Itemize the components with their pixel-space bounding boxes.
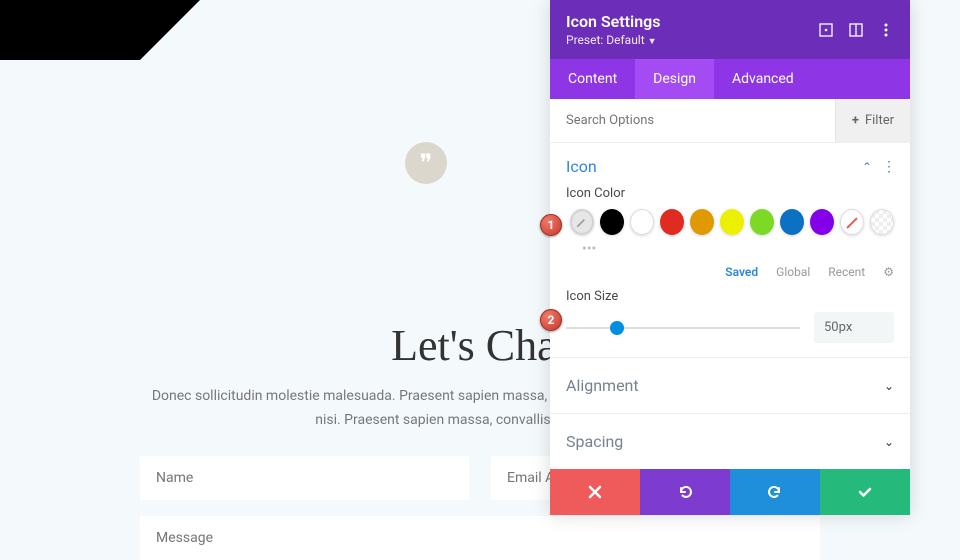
slider-thumb[interactable]	[610, 321, 624, 335]
color-tab-recent[interactable]: Recent	[828, 265, 865, 279]
color-swatches	[566, 209, 894, 235]
name-field[interactable]	[140, 456, 469, 500]
chevron-down-icon: ⌄	[884, 435, 894, 449]
annotation-1: 1	[540, 214, 562, 236]
preset-selector[interactable]: Preset: Default ▼	[566, 33, 660, 47]
swatch-transparent[interactable]	[870, 209, 894, 235]
swatch-red[interactable]	[660, 209, 684, 235]
color-category-tabs: Saved Global Recent ⚙	[566, 265, 894, 279]
message-field[interactable]	[140, 516, 820, 560]
swatch-yellow[interactable]	[720, 209, 744, 235]
tab-design[interactable]: Design	[635, 59, 714, 99]
swatch-green[interactable]	[750, 209, 774, 235]
swatch-blue[interactable]	[780, 209, 804, 235]
palette-more-icon[interactable]: •••	[582, 241, 894, 257]
annotation-2: 2	[540, 309, 562, 331]
swatch-purple[interactable]	[810, 209, 834, 235]
swatch-white[interactable]	[630, 209, 654, 235]
section-alignment[interactable]: Alignment ⌄	[550, 357, 910, 413]
undo-button[interactable]	[640, 469, 730, 515]
icon-size-label: Icon Size	[566, 289, 894, 304]
search-row: +Filter	[550, 99, 910, 143]
icon-size-input[interactable]	[814, 312, 894, 343]
section-icon-header[interactable]: Icon ⌃⋮	[566, 157, 894, 176]
redo-button[interactable]	[730, 469, 820, 515]
cancel-button[interactable]	[550, 469, 640, 515]
search-input[interactable]	[550, 99, 835, 142]
expand-icon[interactable]	[818, 22, 834, 38]
color-tab-global[interactable]: Global	[776, 265, 810, 279]
filter-button[interactable]: +Filter	[835, 99, 910, 142]
icon-color-label: Icon Color	[566, 186, 894, 201]
panel-title: Icon Settings	[566, 12, 660, 31]
icon-size-slider[interactable]	[566, 318, 800, 338]
section-more-icon[interactable]: ⋮	[882, 159, 894, 175]
panel-footer	[550, 469, 910, 515]
save-button[interactable]	[820, 469, 910, 515]
tab-content[interactable]: Content	[550, 59, 635, 99]
color-tab-saved[interactable]: Saved	[725, 265, 758, 279]
quote-icon: ❞	[405, 142, 447, 184]
snap-icon[interactable]	[848, 22, 864, 38]
section-spacing[interactable]: Spacing ⌄	[550, 413, 910, 469]
swatch-orange[interactable]	[690, 209, 714, 235]
page-corner-shape	[0, 0, 200, 60]
settings-panel: Icon Settings Preset: Default ▼ Content …	[550, 0, 910, 515]
gear-icon[interactable]: ⚙	[883, 265, 894, 279]
panel-header: Icon Settings Preset: Default ▼	[550, 0, 910, 59]
tab-advanced[interactable]: Advanced	[714, 59, 812, 99]
swatch-black[interactable]	[600, 209, 624, 235]
icon-size-row	[566, 312, 894, 343]
swatch-none[interactable]	[840, 209, 864, 235]
more-icon[interactable]	[878, 22, 894, 38]
color-picker-swatch[interactable]	[570, 209, 594, 235]
chevron-up-icon: ⌃	[862, 160, 872, 174]
settings-tabs: Content Design Advanced	[550, 59, 910, 99]
chevron-down-icon: ⌄	[884, 379, 894, 393]
section-icon: Icon ⌃⋮ Icon Color ••• Saved Global Rece…	[550, 143, 910, 357]
